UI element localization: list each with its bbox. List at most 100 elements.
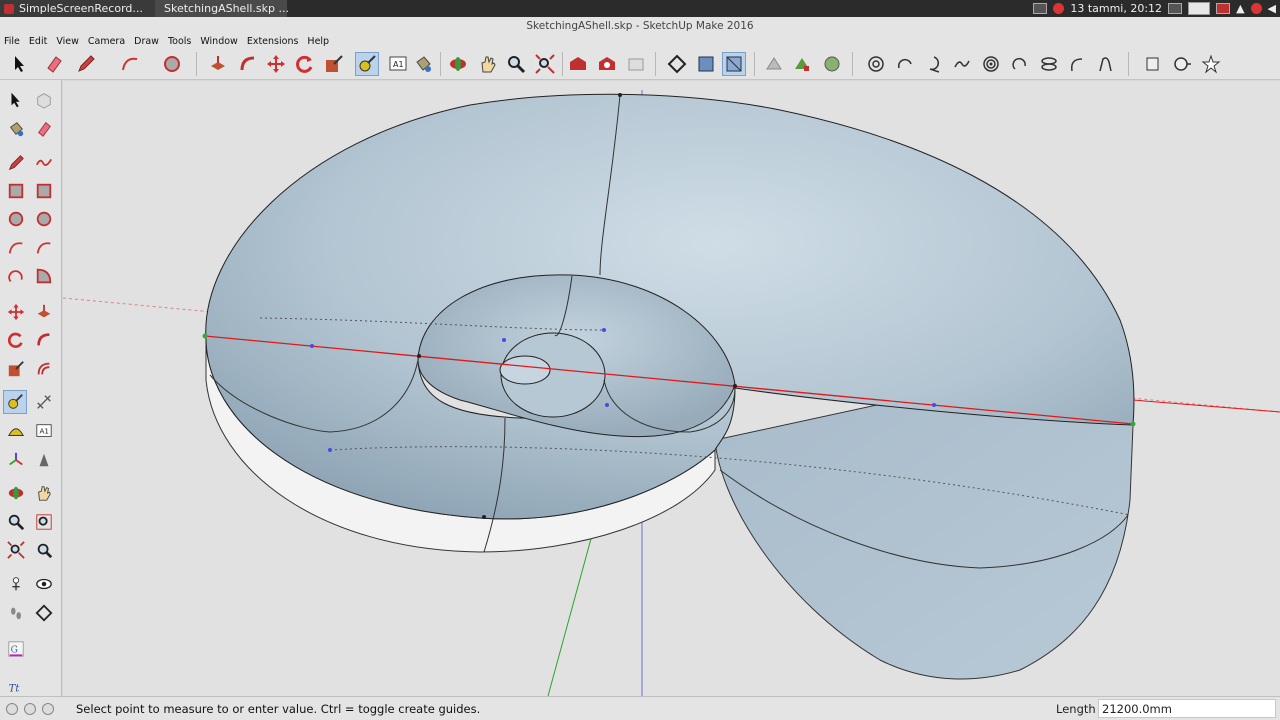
menu-file[interactable]: File	[4, 36, 20, 47]
orbit-tool-button[interactable]	[446, 52, 470, 76]
spiral-tool-7-button[interactable]	[1037, 52, 1061, 76]
menu-edit[interactable]: Edit	[29, 36, 47, 47]
circle-tool-button[interactable]	[160, 52, 184, 76]
section-plane-button[interactable]	[665, 52, 689, 76]
vertex-point[interactable]	[733, 384, 737, 388]
extension-warehouse-button[interactable]	[595, 52, 619, 76]
guide-point[interactable]	[602, 328, 606, 332]
vertex-point[interactable]	[482, 515, 486, 519]
spiral-tool-1-button[interactable]	[864, 52, 888, 76]
spiral-tool-5-button[interactable]	[979, 52, 1003, 76]
tape-measure-tool-button[interactable]	[355, 52, 379, 76]
paint-bucket-tool-button[interactable]	[4, 117, 28, 141]
pan-tool-button[interactable]	[476, 52, 500, 76]
text-tool-button[interactable]: A1	[386, 52, 410, 76]
back-edges-button[interactable]	[722, 52, 746, 76]
pencil-tool-button[interactable]	[74, 52, 98, 76]
eraser-tool-button[interactable]	[32, 117, 56, 141]
pan-tool-button[interactable]	[32, 481, 56, 505]
plugin-g-button[interactable]: G	[4, 637, 28, 661]
endpoint-marker[interactable]	[1130, 421, 1136, 427]
taskbar-item-screen-recorder[interactable]: SimpleScreenRecord...	[0, 0, 155, 17]
model-viewport[interactable]	[63, 81, 1280, 696]
arc-tool-button[interactable]	[4, 236, 28, 260]
make-component-button[interactable]	[32, 88, 56, 112]
user-icon[interactable]	[42, 702, 54, 715]
push-pull-tool-button[interactable]	[32, 300, 56, 324]
tape-measure-tool-button[interactable]	[3, 390, 27, 414]
follow-me-tool-button[interactable]	[236, 52, 260, 76]
spiral-tool-9-button[interactable]	[1093, 52, 1117, 76]
dimension-tool-button[interactable]	[32, 390, 56, 414]
spiral-tool-2-button[interactable]	[893, 52, 917, 76]
vertex-point[interactable]	[417, 354, 421, 358]
wifi-icon[interactable]: ▲	[1236, 2, 1244, 15]
desktop-icon[interactable]	[1188, 2, 1211, 15]
text-tool-button[interactable]: A1	[32, 419, 56, 443]
move-tool-button[interactable]	[264, 52, 288, 76]
volume-icon[interactable]: ◀	[1268, 2, 1276, 15]
select-tool-button[interactable]	[4, 88, 28, 112]
paint-bucket-tool-button[interactable]	[411, 52, 435, 76]
two-point-arc-tool-button[interactable]	[32, 236, 56, 260]
sandbox-drape-button[interactable]	[820, 52, 844, 76]
menu-help[interactable]: Help	[307, 36, 329, 47]
push-pull-tool-button[interactable]	[206, 52, 230, 76]
star-button[interactable]	[1199, 52, 1223, 76]
menu-extensions[interactable]: Extensions	[247, 36, 299, 47]
freehand-tool-button[interactable]	[32, 151, 56, 175]
power-icon[interactable]	[1250, 3, 1262, 14]
position-camera-tool-button[interactable]	[4, 572, 28, 596]
rotate-tool-button[interactable]	[4, 328, 28, 352]
menu-draw[interactable]: Draw	[134, 36, 159, 47]
zoom-tool-button[interactable]	[4, 510, 28, 534]
sandbox-button[interactable]	[762, 52, 786, 76]
arc-tool-button[interactable]	[118, 52, 142, 76]
follow-me-tool-button[interactable]	[32, 328, 56, 352]
geo-location-icon[interactable]	[6, 702, 18, 715]
look-around-tool-button[interactable]	[32, 572, 56, 596]
x-ray-button[interactable]	[694, 52, 718, 76]
3d-text-tool-button[interactable]	[32, 448, 56, 472]
protractor-tool-button[interactable]	[4, 419, 28, 443]
notes-icon[interactable]	[1033, 3, 1048, 14]
guide-point[interactable]	[605, 403, 609, 407]
circle-tool-button[interactable]	[4, 207, 28, 231]
taskbar-item-sketchup[interactable]: SketchingAShell.skp ...	[155, 0, 289, 17]
menu-tools[interactable]: Tools	[168, 36, 191, 47]
app-icon[interactable]	[1216, 3, 1231, 14]
guide-point[interactable]	[932, 403, 936, 407]
sandbox-stamp-button[interactable]	[790, 52, 814, 76]
record-icon[interactable]	[1053, 3, 1065, 14]
endpoint-marker[interactable]	[202, 333, 208, 339]
spiral-tool-8-button[interactable]	[1065, 52, 1089, 76]
zoom-extents-tool-button[interactable]	[533, 52, 557, 76]
guide-point[interactable]	[502, 338, 506, 342]
spiral-tool-4-button[interactable]	[950, 52, 974, 76]
pencil-tool-button[interactable]	[4, 151, 28, 175]
offset-tool-button[interactable]	[32, 357, 56, 381]
menu-camera[interactable]: Camera	[88, 36, 125, 47]
guide-point[interactable]	[310, 344, 314, 348]
rotate-tool-button[interactable]	[293, 52, 317, 76]
select-tool-button[interactable]	[8, 52, 32, 76]
component-button[interactable]	[1141, 52, 1165, 76]
previous-view-tool-button[interactable]	[32, 538, 56, 562]
menu-view[interactable]: View	[56, 36, 79, 47]
move-tool-button[interactable]	[4, 300, 28, 324]
orbit-tool-button[interactable]	[4, 481, 28, 505]
solid-tools-button[interactable]	[1170, 52, 1194, 76]
polygon-tool-button[interactable]	[32, 207, 56, 231]
zoom-extents-tool-button[interactable]	[4, 538, 28, 562]
pie-tool-button[interactable]	[32, 264, 56, 288]
measurements-input[interactable]: 21200.0mm	[1098, 699, 1276, 718]
zoom-tool-button[interactable]	[504, 52, 528, 76]
credits-icon[interactable]	[24, 702, 36, 715]
window-icon[interactable]	[1168, 3, 1183, 14]
scale-tool-button[interactable]	[4, 357, 28, 381]
warehouse-button[interactable]	[566, 52, 590, 76]
clock[interactable]: 13 tammi, 20:12	[1070, 2, 1162, 15]
menu-window[interactable]: Window	[200, 36, 237, 47]
walk-tool-button[interactable]	[4, 601, 28, 625]
guide-point[interactable]	[328, 448, 332, 452]
